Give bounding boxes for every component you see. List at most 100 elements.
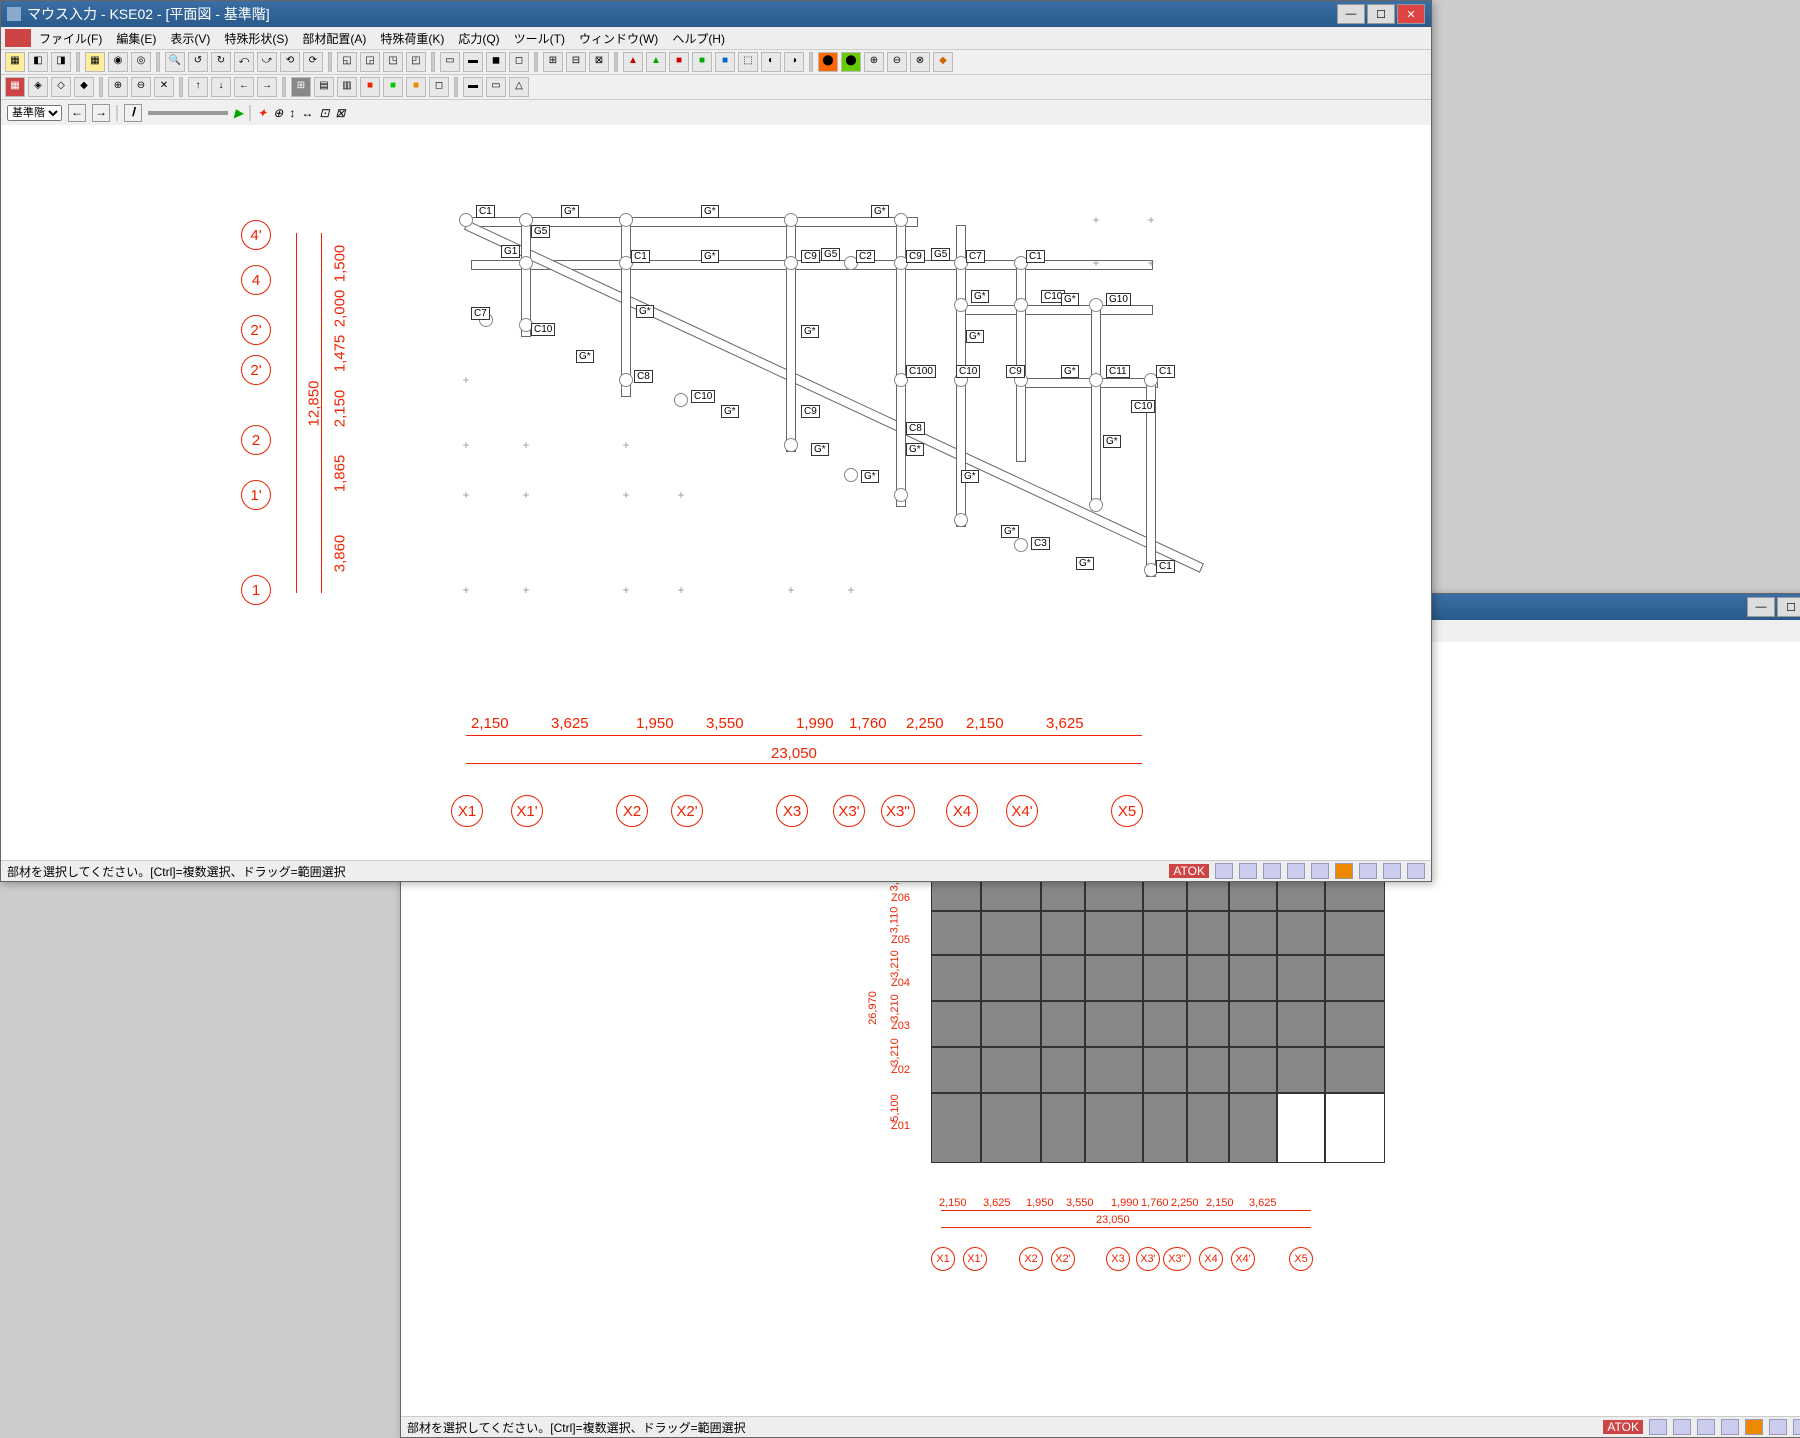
member-tag[interactable]: G* bbox=[701, 250, 719, 263]
help-icon[interactable] bbox=[1793, 1419, 1800, 1435]
menu-load[interactable]: 特殊荷重(K) bbox=[374, 28, 450, 49]
node[interactable] bbox=[619, 373, 633, 387]
section-panel[interactable] bbox=[1143, 1047, 1187, 1093]
tool-icon[interactable]: ◻ bbox=[509, 52, 529, 72]
tool-icon[interactable]: ▭ bbox=[486, 77, 506, 97]
gear-icon[interactable] bbox=[1769, 1419, 1787, 1435]
tool-icon[interactable]: ■ bbox=[406, 77, 426, 97]
section-panel[interactable] bbox=[1143, 1093, 1187, 1163]
node[interactable] bbox=[1089, 498, 1103, 512]
tool-icon[interactable]: ◎ bbox=[131, 52, 151, 72]
menubar[interactable]: ファイル(F) 編集(E) 表示(V) 特殊形状(S) 部材配置(A) 特殊荷重… bbox=[1, 27, 1431, 50]
tool-icon[interactable]: ◼ bbox=[486, 52, 506, 72]
section-panel[interactable] bbox=[1277, 1047, 1325, 1093]
node[interactable] bbox=[1089, 373, 1103, 387]
tool-icon[interactable]: ⊗ bbox=[910, 52, 930, 72]
node[interactable] bbox=[954, 298, 968, 312]
tool-icon[interactable]: ⤺ bbox=[234, 52, 254, 72]
node[interactable] bbox=[459, 213, 473, 227]
section-panel[interactable] bbox=[1041, 911, 1085, 955]
section-panel[interactable] bbox=[1325, 1001, 1385, 1047]
section-panel[interactable] bbox=[1325, 955, 1385, 1001]
section-panel[interactable] bbox=[1277, 1001, 1325, 1047]
tool-icon[interactable]: ↓ bbox=[211, 77, 231, 97]
member-tag[interactable]: G* bbox=[971, 290, 989, 303]
member-tag[interactable]: C9 bbox=[801, 250, 820, 263]
member-tag[interactable]: G* bbox=[906, 443, 924, 456]
tool-icon[interactable]: ◆ bbox=[933, 52, 953, 72]
member-tag[interactable]: G* bbox=[801, 325, 819, 338]
member-tag[interactable]: C8 bbox=[906, 422, 925, 435]
member-tag[interactable]: G* bbox=[701, 205, 719, 218]
tool-icon[interactable]: ⊕ bbox=[273, 106, 283, 120]
section-panel[interactable] bbox=[1229, 1001, 1277, 1047]
tool-icon[interactable]: ◳ bbox=[383, 52, 403, 72]
tool-icon[interactable]: ▲ bbox=[646, 52, 666, 72]
maximize-button[interactable]: ☐ bbox=[1367, 4, 1395, 24]
section-panel[interactable] bbox=[1187, 1093, 1229, 1163]
menu-tool[interactable]: ツール(T) bbox=[508, 28, 571, 49]
section-panel[interactable] bbox=[1143, 1001, 1187, 1047]
member-tag[interactable]: G* bbox=[871, 205, 889, 218]
status-icon[interactable] bbox=[1649, 1419, 1667, 1435]
close-button[interactable]: ✕ bbox=[1397, 4, 1425, 24]
tool-icon[interactable]: ◇ bbox=[51, 77, 71, 97]
status-icon[interactable] bbox=[1673, 1419, 1691, 1435]
section-panel[interactable] bbox=[931, 1047, 981, 1093]
tool-icon[interactable]: ▲ bbox=[623, 52, 643, 72]
section-panel[interactable] bbox=[981, 1093, 1041, 1163]
member-tag[interactable]: C9 bbox=[1006, 365, 1025, 378]
tool-icon[interactable]: ◈ bbox=[28, 77, 48, 97]
member-tag[interactable]: C9 bbox=[906, 250, 925, 263]
tool-icon[interactable]: ⊠ bbox=[335, 106, 345, 120]
tool-icon[interactable]: ■ bbox=[669, 52, 689, 72]
status-icon[interactable] bbox=[1697, 1419, 1715, 1435]
member-tag[interactable]: C10 bbox=[956, 365, 980, 378]
pen-icon[interactable] bbox=[1745, 1419, 1763, 1435]
section-panel[interactable] bbox=[981, 955, 1041, 1001]
member-tag[interactable]: G* bbox=[1061, 293, 1079, 306]
node[interactable] bbox=[1089, 298, 1103, 312]
tool-icon[interactable]: ↕ bbox=[289, 106, 295, 120]
member-tag[interactable]: C1 bbox=[631, 250, 650, 263]
tool-icon[interactable]: ↺ bbox=[188, 52, 208, 72]
tool-icon[interactable]: ⊡ bbox=[319, 106, 329, 120]
node[interactable] bbox=[784, 256, 798, 270]
member-tag[interactable]: C1 bbox=[476, 205, 495, 218]
member-tag[interactable]: C8 bbox=[634, 370, 653, 383]
tool-icon[interactable]: ▭ bbox=[440, 52, 460, 72]
gear-icon[interactable] bbox=[1359, 863, 1377, 879]
member-tag[interactable]: C1 bbox=[1156, 365, 1175, 378]
menu-window[interactable]: ウィンドウ(W) bbox=[573, 28, 664, 49]
member-tag[interactable]: G* bbox=[721, 405, 739, 418]
member-tag[interactable]: G* bbox=[966, 330, 984, 343]
section-panel[interactable] bbox=[1085, 955, 1143, 1001]
tool-icon[interactable]: ■ bbox=[360, 77, 380, 97]
toolbar-1[interactable]: ▦ ◧ ◨ ▦ ◉ ◎ 🔍 ↺ ↻ ⤺ ⤻ ⟲ ⟳ ◱ ◲ ◳ ◰ ▭ ▬ ◼ … bbox=[1, 50, 1431, 75]
status-icon[interactable] bbox=[1311, 863, 1329, 879]
play-icon[interactable]: ▶ bbox=[234, 106, 243, 120]
tool-icon[interactable]: ◱ bbox=[337, 52, 357, 72]
node[interactable] bbox=[784, 438, 798, 452]
tool-icon[interactable]: ⊟ bbox=[566, 52, 586, 72]
member-tag[interactable]: G* bbox=[811, 443, 829, 456]
section-panel[interactable] bbox=[931, 1093, 981, 1163]
tool-icon[interactable]: ■ bbox=[692, 52, 712, 72]
tool-icon[interactable]: ✕ bbox=[154, 77, 174, 97]
tool-icon[interactable]: ↔ bbox=[301, 106, 313, 120]
section-panel[interactable] bbox=[1229, 1047, 1277, 1093]
maximize-button[interactable]: ☐ bbox=[1777, 597, 1800, 617]
menu-shape[interactable]: 特殊形状(S) bbox=[218, 28, 294, 49]
tool-icon[interactable]: ◑ bbox=[784, 52, 804, 72]
member-tag[interactable]: G* bbox=[1061, 365, 1079, 378]
member-tag[interactable]: G5 bbox=[931, 248, 950, 261]
section-panel[interactable] bbox=[1143, 911, 1187, 955]
minimize-button[interactable]: — bbox=[1337, 4, 1365, 24]
tool-icon[interactable]: ⊖ bbox=[887, 52, 907, 72]
titlebar-2[interactable]: — ☐ ✕ bbox=[1431, 594, 1800, 620]
member-tag[interactable]: G* bbox=[561, 205, 579, 218]
node[interactable] bbox=[784, 213, 798, 227]
toolbar-2[interactable]: ▦ ◈ ◇ ◆ ⊕ ⊖ ✕ ↑ ↓ ← → ⊞ ▤ ▥ ■ ■ ■ ◻ ▬ ▭ … bbox=[1, 75, 1431, 100]
section-panel[interactable] bbox=[1041, 1001, 1085, 1047]
section-panel[interactable] bbox=[931, 911, 981, 955]
